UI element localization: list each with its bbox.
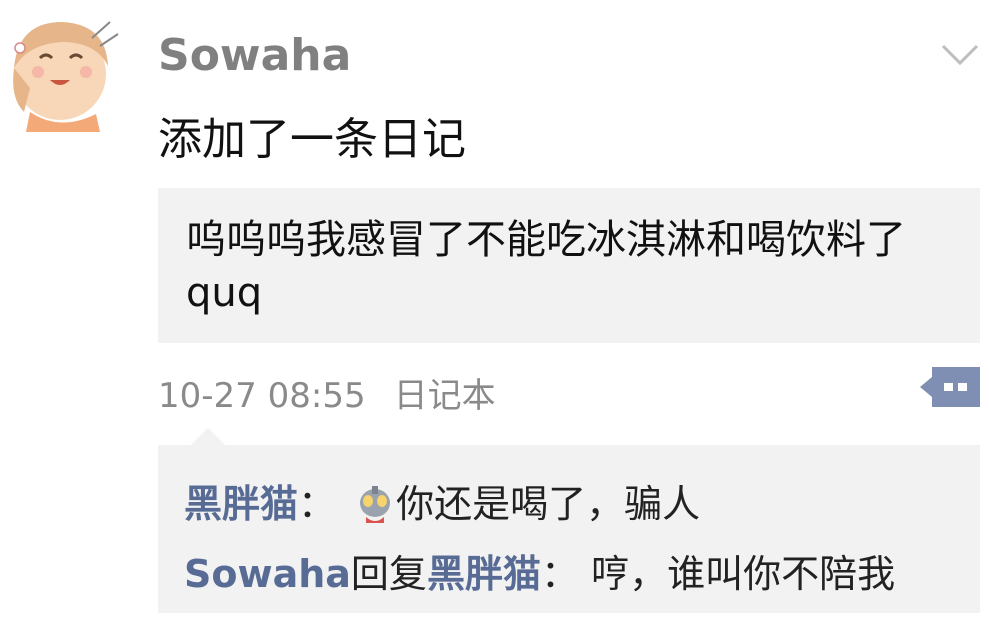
comment-text: 哼，谁叫你不陪我 xyxy=(591,552,896,596)
comment-more-icon[interactable] xyxy=(920,365,980,409)
author-name[interactable]: Sowaha xyxy=(158,30,351,81)
reply-target-username[interactable]: 黑胖猫 xyxy=(427,552,541,596)
comments-section: 黑胖猫： 你还是喝了，骗人 Sowaha回复黑胖猫： 哼，谁叫你不陪我 xyxy=(158,445,980,613)
post-source-link[interactable]: 日记本 xyxy=(394,376,496,416)
comment-separator: ： xyxy=(540,552,579,596)
comment-item[interactable]: 黑胖猫： 你还是喝了，骗人 xyxy=(184,473,700,528)
comments-caret xyxy=(190,428,226,446)
diary-content: 呜呜呜我感冒了不能吃冰淇淋和喝饮料了quq xyxy=(186,217,906,316)
avatar[interactable] xyxy=(0,8,124,132)
post-action-text: 添加了一条日记 xyxy=(158,114,466,165)
comment-username[interactable]: 黑胖猫 xyxy=(184,482,298,526)
comment-text: 你还是喝了，骗人 xyxy=(396,482,701,526)
post-meta: 10-27 08:55 日记本 xyxy=(158,368,496,417)
robot-emoji-icon xyxy=(360,486,391,523)
comment-username[interactable]: Sowaha xyxy=(184,552,351,596)
reply-label: 回复 xyxy=(350,552,427,596)
comment-item[interactable]: Sowaha回复黑胖猫： 哼，谁叫你不陪我 xyxy=(184,543,895,598)
post-timestamp: 10-27 08:55 xyxy=(158,376,366,416)
chevron-down-icon[interactable] xyxy=(940,40,980,70)
comment-separator: ： xyxy=(298,482,337,526)
diary-card[interactable]: 呜呜呜我感冒了不能吃冰淇淋和喝饮料了quq xyxy=(158,188,980,343)
